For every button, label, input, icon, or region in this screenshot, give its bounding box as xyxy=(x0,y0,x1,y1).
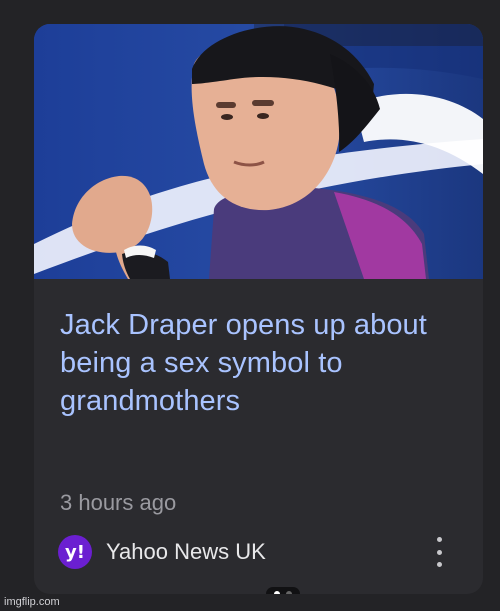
carousel-indicator[interactable] xyxy=(266,587,300,594)
more-options-icon[interactable] xyxy=(433,537,445,567)
yahoo-logo-icon: y! xyxy=(58,535,92,569)
publisher-row[interactable]: y! Yahoo News UK xyxy=(58,535,266,569)
publisher-name[interactable]: Yahoo News UK xyxy=(106,539,266,565)
tennis-player-photo xyxy=(34,24,483,279)
article-timestamp: 3 hours ago xyxy=(60,490,177,515)
article-headline[interactable]: Jack Draper opens up about being a sex s… xyxy=(60,306,470,420)
imgflip-watermark: imgflip.com xyxy=(4,596,60,608)
carousel-dot-active[interactable] xyxy=(274,591,280,594)
news-feed-screen: Jack Draper opens up about being a sex s… xyxy=(0,0,500,611)
news-card[interactable]: Jack Draper opens up about being a sex s… xyxy=(34,24,483,594)
carousel-dot[interactable] xyxy=(286,591,292,594)
dot-icon xyxy=(436,537,442,542)
dot-icon xyxy=(436,562,442,567)
article-image[interactable] xyxy=(34,24,483,279)
dot-icon xyxy=(436,549,442,555)
